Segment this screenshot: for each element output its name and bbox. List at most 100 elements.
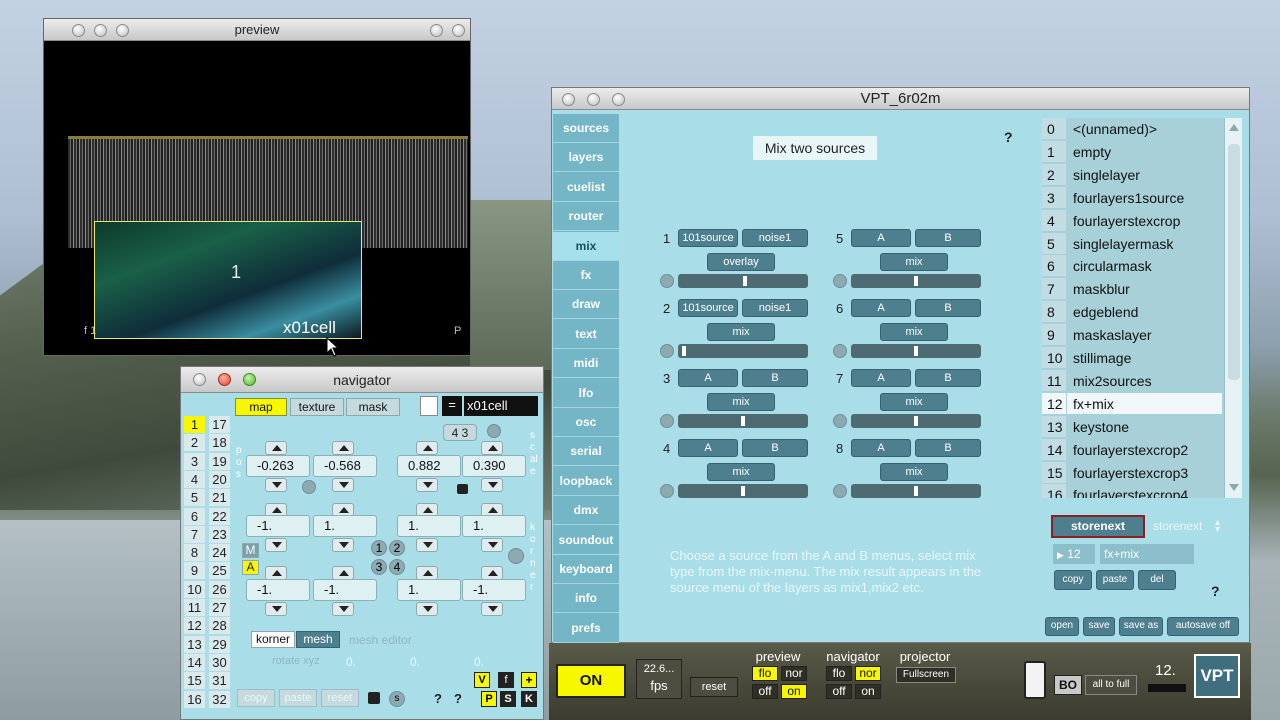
corner-3-up-arrow[interactable] [265, 566, 287, 580]
tab-serial[interactable]: serial [553, 437, 619, 467]
layer-button[interactable]: 30 [209, 653, 230, 671]
mesh-tab[interactable]: mesh [296, 631, 340, 648]
s-button[interactable]: s [389, 691, 405, 707]
k-button[interactable]: K [521, 691, 537, 707]
scroll-thumb[interactable] [1228, 144, 1240, 380]
preset-row[interactable]: 12 fx+mix [1042, 392, 1222, 415]
preview-flo-button[interactable]: flo [752, 666, 778, 681]
layer-button[interactable]: 24 [209, 544, 230, 562]
all-to-full-button[interactable]: all to full [1085, 675, 1137, 695]
copy-button[interactable]: copy [237, 689, 275, 707]
paste-button[interactable]: paste [279, 689, 317, 707]
navigator-on-button[interactable]: on [855, 684, 881, 699]
mixer-slider[interactable] [678, 414, 808, 428]
corner-1-y-field[interactable]: 1. [313, 515, 377, 537]
master-fader[interactable] [1024, 661, 1046, 699]
korner-tab[interactable]: korner [251, 631, 295, 648]
preset-number-field[interactable]: ▶ 12 [1053, 544, 1095, 564]
mixer-source-b-menu[interactable]: B [915, 299, 981, 317]
layer-button[interactable]: 14 [184, 653, 205, 671]
a-button[interactable]: A [242, 560, 259, 575]
pos-y-field[interactable]: -0.568 [313, 455, 377, 477]
layer-button[interactable]: 19 [209, 452, 230, 470]
layer-button[interactable]: 8 [184, 544, 205, 562]
corner-3y-up-arrow[interactable] [332, 566, 354, 580]
layer-button[interactable]: 13 [184, 635, 205, 653]
layer-button[interactable]: 6 [184, 507, 205, 525]
pos-y-down-arrow[interactable] [332, 478, 354, 492]
cell-name-field[interactable]: x01cell [464, 396, 538, 416]
mixer-source-b-menu[interactable]: noise1 [742, 229, 808, 247]
scale-x-field[interactable]: 0.882 [397, 455, 461, 477]
layer-button[interactable]: 2 [184, 434, 205, 452]
mixer-reset-dot[interactable] [660, 274, 674, 288]
tab-mix[interactable]: mix [553, 231, 619, 261]
autosave-toggle[interactable]: autosave off [1167, 617, 1239, 636]
layer-button[interactable]: 17 [209, 416, 230, 433]
lock-icon[interactable] [368, 692, 380, 704]
navigator-off-button[interactable]: off [826, 684, 852, 699]
mixer-slider-knob[interactable] [741, 486, 745, 496]
preset-list[interactable]: 0 <(unnamed)> 1 empty 2 singlelayer 3 fourlayer… [1042, 118, 1242, 498]
mixer-type-menu[interactable]: mix [880, 393, 948, 411]
preset-scrollbar[interactable] [1224, 118, 1242, 498]
layer-button[interactable]: 26 [209, 580, 230, 598]
tab-draw[interactable]: draw [553, 290, 619, 320]
preset-row[interactable]: 6 circularmask [1042, 255, 1222, 277]
corner-2y-down-arrow[interactable] [481, 538, 503, 552]
mixer-reset-dot[interactable] [660, 344, 674, 358]
equals-button[interactable]: = [442, 396, 462, 416]
scale-y-field[interactable]: 0.390 [462, 455, 526, 477]
paste-preset-button[interactable]: paste [1096, 570, 1134, 590]
corner-2-down-arrow[interactable] [416, 538, 438, 552]
tab-prefs[interactable]: prefs [553, 613, 619, 643]
scale-x-down-arrow[interactable] [416, 478, 438, 492]
corner-4-up-arrow[interactable] [416, 566, 438, 580]
help-icon[interactable]: ? [1004, 129, 1013, 145]
preset-row[interactable]: 5 singlelayermask [1042, 232, 1222, 255]
corner-2-x-field[interactable]: 1. [397, 515, 461, 537]
rotate-z-value[interactable]: 0. [474, 655, 484, 669]
scale-y-up-arrow[interactable] [481, 441, 503, 455]
zoom-icon[interactable] [116, 24, 129, 37]
tab-router[interactable]: router [553, 202, 619, 232]
plus-button[interactable]: + [521, 672, 537, 688]
preset-row[interactable]: 14 fourlayerstexcrop2 [1042, 438, 1222, 461]
mixer-reset-dot[interactable] [833, 344, 847, 358]
mixer-slider[interactable] [851, 274, 981, 288]
corner-4y-down-arrow[interactable] [481, 602, 503, 616]
mixer-type-menu[interactable]: mix [880, 253, 948, 271]
layer-button[interactable]: 16 [184, 690, 205, 708]
open-button[interactable]: open [1045, 617, 1079, 636]
close-icon[interactable] [562, 93, 575, 106]
blackout-button[interactable]: BO [1054, 675, 1082, 695]
mixer-slider[interactable] [851, 344, 981, 358]
layer-button[interactable]: 4 [184, 470, 205, 488]
preset-name-field[interactable]: fx+mix [1100, 544, 1194, 564]
navigator-nor-button[interactable]: nor [855, 666, 881, 681]
mixer-source-a-menu[interactable]: A [851, 229, 911, 247]
mesh-editor-label[interactable]: mesh editor [349, 633, 412, 647]
f-button[interactable]: f [498, 672, 514, 688]
layer-button[interactable]: 12 [184, 617, 205, 635]
tab-sources[interactable]: sources [553, 114, 619, 143]
close-icon[interactable] [193, 373, 206, 386]
corner-4-y-field[interactable]: -1. [462, 579, 526, 601]
minimize-icon[interactable] [587, 93, 600, 106]
mixer-reset-dot[interactable] [660, 484, 674, 498]
navigator-titlebar[interactable]: navigator [181, 367, 543, 393]
on-button[interactable]: ON [556, 664, 626, 698]
tab-lfo[interactable]: lfo [553, 378, 619, 408]
p-button[interactable]: P [481, 691, 497, 707]
corner-4-down-arrow[interactable] [416, 602, 438, 616]
preset-row[interactable]: 3 fourlayers1source [1042, 186, 1222, 209]
m-button[interactable]: M [242, 543, 259, 558]
preview-window[interactable]: preview 1 x01cell f 1 P [43, 18, 471, 356]
reset-fps-button[interactable]: reset [690, 677, 738, 697]
tab-layers[interactable]: layers [553, 143, 619, 173]
layer-button[interactable]: 7 [184, 525, 205, 543]
mixer-source-a-menu[interactable]: 101source [678, 299, 738, 317]
storenext-menu-arrows-icon[interactable]: ▴ ▾ [1215, 518, 1220, 535]
layer-button[interactable]: 20 [209, 470, 230, 488]
layer-button[interactable]: 31 [209, 672, 230, 690]
